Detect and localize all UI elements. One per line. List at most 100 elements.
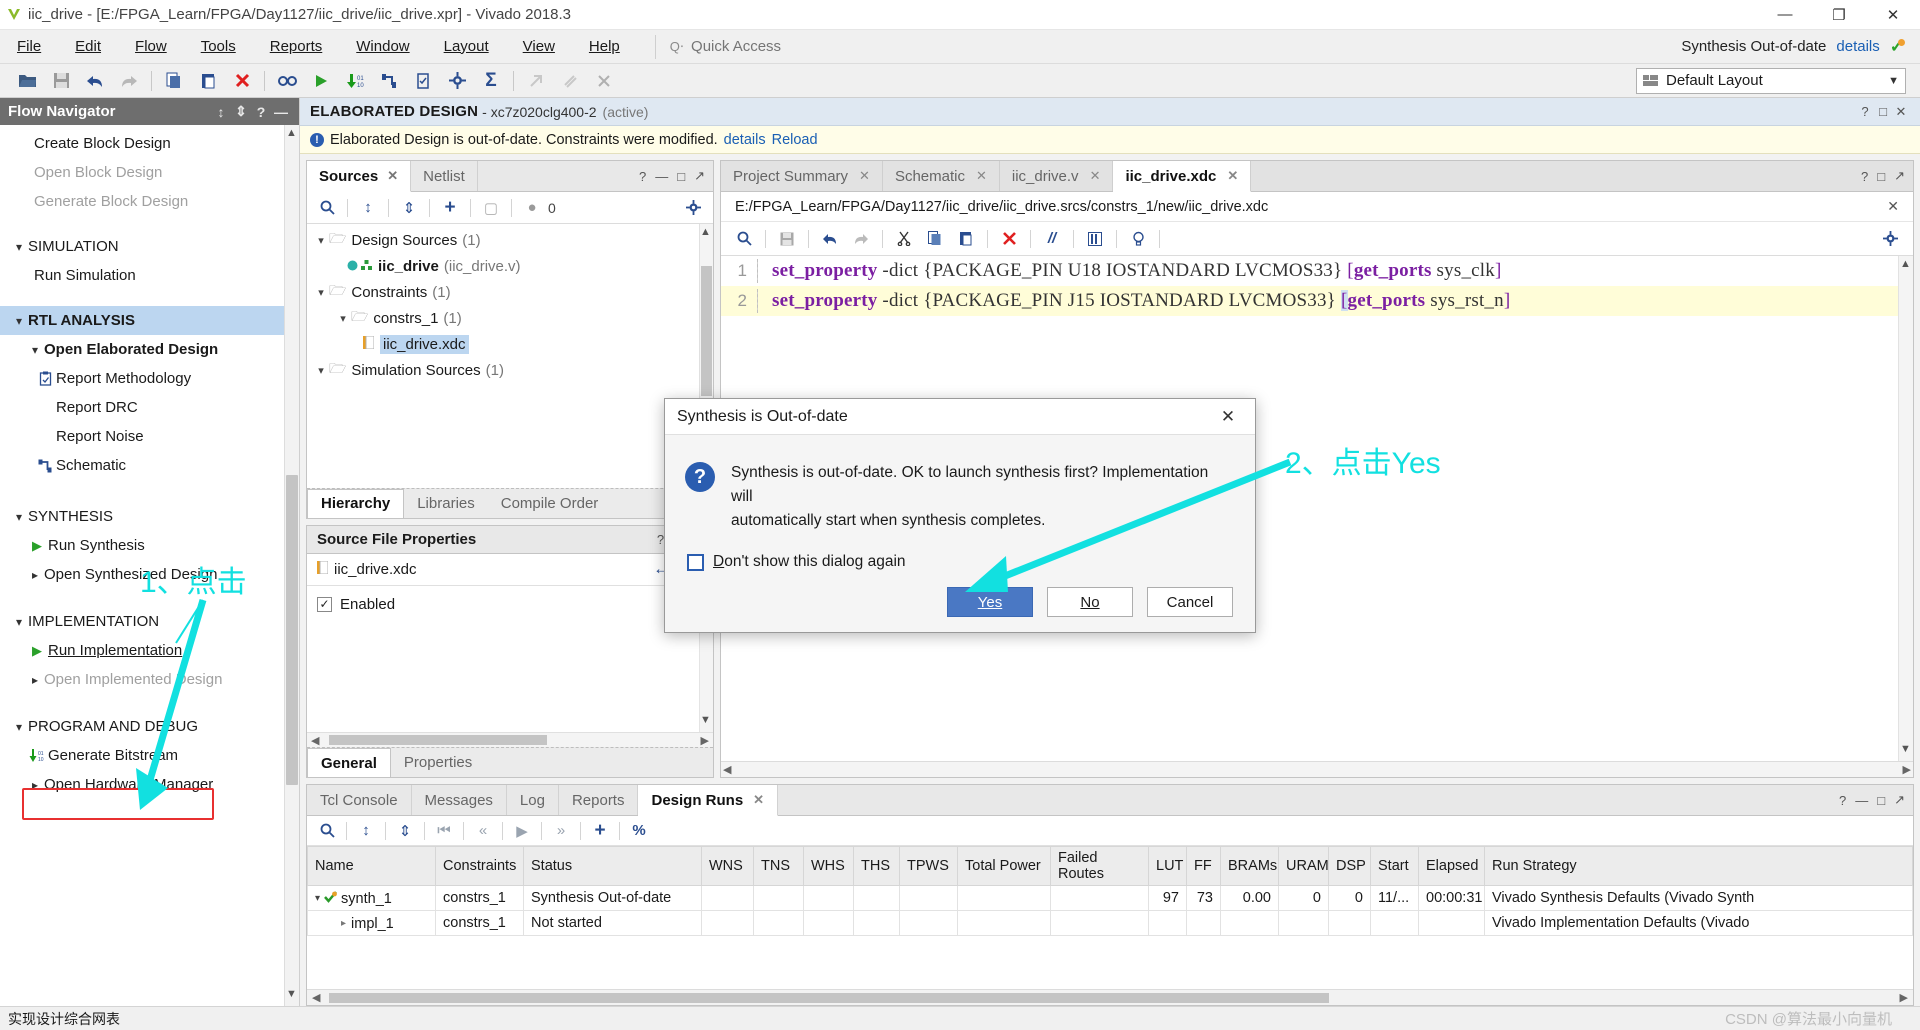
sidebar-item-create-block-design[interactable]: Create Block Design: [0, 129, 299, 158]
scrollbar-thumb[interactable]: [329, 992, 1329, 1003]
help-icon[interactable]: ?: [1856, 104, 1874, 119]
message-count-icon[interactable]: ●: [518, 195, 546, 221]
settings-gear-icon[interactable]: [1875, 225, 1905, 253]
indent-icon[interactable]: [1080, 225, 1110, 253]
tab-sources[interactable]: Sources ✕: [307, 161, 412, 192]
undo-icon[interactable]: [78, 66, 112, 96]
tab-properties[interactable]: Properties: [391, 748, 485, 777]
help-icon[interactable]: ?: [639, 169, 646, 184]
search-icon[interactable]: [313, 195, 341, 221]
close-icon[interactable]: ✕: [859, 168, 870, 184]
add-run-icon[interactable]: +: [586, 818, 614, 844]
help-icon[interactable]: ?: [1839, 793, 1846, 808]
sidebar-group-implementation[interactable]: ▾ IMPLEMENTATION: [0, 607, 299, 636]
delete-icon[interactable]: [225, 66, 259, 96]
sidebar-item-generate-bitstream[interactable]: 01 10 Generate Bitstream: [0, 741, 299, 770]
col-constraints[interactable]: Constraints: [435, 846, 524, 886]
col-tns[interactable]: TNS: [753, 846, 804, 886]
quick-access-wrap[interactable]: Q‧: [654, 34, 860, 59]
menu-tools[interactable]: Tools: [184, 30, 253, 64]
float-panel-icon[interactable]: ↗: [694, 168, 705, 184]
settings-gear-icon[interactable]: [679, 195, 707, 221]
close-icon[interactable]: ✕: [1227, 168, 1238, 184]
sidebar-item-run-implementation[interactable]: ▶ Run Implementation: [0, 636, 299, 665]
menu-reports[interactable]: Reports: [253, 30, 340, 64]
paste-icon[interactable]: [191, 66, 225, 96]
minimize-panel-icon[interactable]: —: [271, 104, 291, 120]
scroll-down-icon[interactable]: ▼: [699, 714, 712, 730]
maximize-panel-icon[interactable]: □: [677, 169, 685, 184]
sources-tree[interactable]: ▾ 🗁 Design Sources (1) iic_drive (iic_dr…: [307, 224, 713, 488]
layout-select[interactable]: Default Layout ▼: [1636, 67, 1906, 94]
col-ths[interactable]: THS: [853, 846, 900, 886]
menu-edit[interactable]: Edit: [58, 30, 118, 64]
table-row[interactable]: ▾ synth_1 constrs_1 Synthesis Out-of-dat…: [307, 885, 1913, 911]
cell-name[interactable]: ▸ impl_1: [307, 910, 436, 936]
sidebar-group-program-and-debug[interactable]: ▾ PROGRAM AND DEBUG: [0, 712, 299, 741]
code-hscrollbar[interactable]: ◀ ▶: [721, 761, 1913, 777]
add-sources-icon[interactable]: +: [436, 195, 464, 221]
close-button[interactable]: ✕: [1866, 0, 1920, 30]
quick-access-input[interactable]: [689, 37, 860, 56]
col-tpws[interactable]: TPWS: [899, 846, 958, 886]
sidebar-item-report-drc[interactable]: Report DRC: [0, 393, 299, 422]
help-icon[interactable]: ?: [251, 104, 271, 120]
sidebar-group-rtl-analysis[interactable]: ▾ RTL ANALYSIS: [0, 306, 299, 335]
tree-item-iic-drive-xdc[interactable]: iic_drive.xdc: [307, 331, 713, 357]
undo-icon[interactable]: [815, 225, 845, 253]
generate-bitstream-icon[interactable]: 01 10: [338, 66, 372, 96]
tab-schematic[interactable]: Schematic ✕: [883, 161, 1000, 191]
percent-icon[interactable]: %: [625, 818, 653, 844]
col-name[interactable]: Name: [307, 846, 436, 886]
tab-hierarchy[interactable]: Hierarchy: [307, 488, 405, 518]
maximize-panel-icon[interactable]: □: [1874, 104, 1892, 119]
properties-hscrollbar[interactable]: ◀ ▶: [307, 732, 713, 747]
tab-design-runs[interactable]: Design Runs ✕: [638, 785, 779, 816]
search-replace-icon[interactable]: [270, 66, 304, 96]
scroll-left-icon[interactable]: ◀: [307, 734, 323, 747]
hint-icon[interactable]: [1123, 225, 1153, 253]
scroll-down-icon[interactable]: ▼: [285, 988, 298, 1004]
maximize-button[interactable]: ❐: [1812, 0, 1866, 30]
sidebar-item-report-methodology[interactable]: Report Methodology: [0, 364, 299, 393]
minimize-panel-icon[interactable]: —: [655, 169, 668, 184]
dont-show-again-row[interactable]: Don't show this dialog again: [687, 553, 1235, 571]
chevron-down-icon[interactable]: ▾: [335, 312, 351, 325]
tab-tcl-console[interactable]: Tcl Console: [307, 785, 412, 815]
col-failed-routes[interactable]: Failed Routes: [1050, 846, 1149, 886]
sidebar-item-open-hardware-manager[interactable]: ▸ Open Hardware Manager: [0, 770, 299, 799]
schematic-icon[interactable]: [372, 66, 406, 96]
col-wns[interactable]: WNS: [701, 846, 754, 886]
col-brams[interactable]: BRAMs: [1220, 846, 1279, 886]
menu-flow[interactable]: Flow: [118, 30, 184, 64]
sort-icon[interactable]: ⇕: [231, 103, 251, 120]
copy-icon[interactable]: [157, 66, 191, 96]
close-icon[interactable]: ✕: [387, 168, 398, 184]
tree-item-constraints[interactable]: ▾ 🗁 Constraints (1): [307, 279, 713, 305]
maximize-panel-icon[interactable]: □: [1877, 793, 1885, 808]
minimize-button[interactable]: —: [1758, 0, 1812, 30]
menu-view[interactable]: View: [506, 30, 572, 64]
enabled-checkbox-row[interactable]: ✓ Enabled: [317, 596, 703, 613]
col-start[interactable]: Start: [1370, 846, 1419, 886]
col-whs[interactable]: WHS: [803, 846, 854, 886]
tab-compile-order[interactable]: Compile Order: [488, 489, 612, 518]
collapse-all-icon[interactable]: ↕: [352, 818, 380, 844]
chevron-down-icon[interactable]: ▾: [313, 286, 329, 299]
table-row[interactable]: ▸ impl_1 constrs_1 Not started Vivado Im…: [307, 910, 1913, 936]
menu-window[interactable]: Window: [339, 30, 426, 64]
col-uram[interactable]: URAM: [1278, 846, 1329, 886]
tab-messages[interactable]: Messages: [412, 785, 507, 815]
banner-reload-link[interactable]: Reload: [772, 132, 818, 148]
design-runs-table-wrap[interactable]: Name Constraints Status WNS TNS WHS THS …: [307, 846, 1913, 989]
tree-item-iic-drive[interactable]: iic_drive (iic_drive.v): [307, 253, 713, 279]
tab-project-summary[interactable]: Project Summary ✕: [721, 161, 883, 191]
no-button[interactable]: No: [1047, 587, 1133, 617]
maximize-panel-icon[interactable]: □: [1877, 169, 1885, 184]
scroll-right-icon[interactable]: ▶: [1895, 991, 1913, 1004]
banner-details-link[interactable]: details: [724, 132, 766, 148]
scroll-up-icon[interactable]: ▲: [699, 226, 712, 242]
delete-icon[interactable]: [994, 225, 1024, 253]
sidebar-group-simulation[interactable]: ▾ SIMULATION: [0, 232, 299, 261]
scroll-left-icon[interactable]: ◀: [723, 763, 731, 776]
